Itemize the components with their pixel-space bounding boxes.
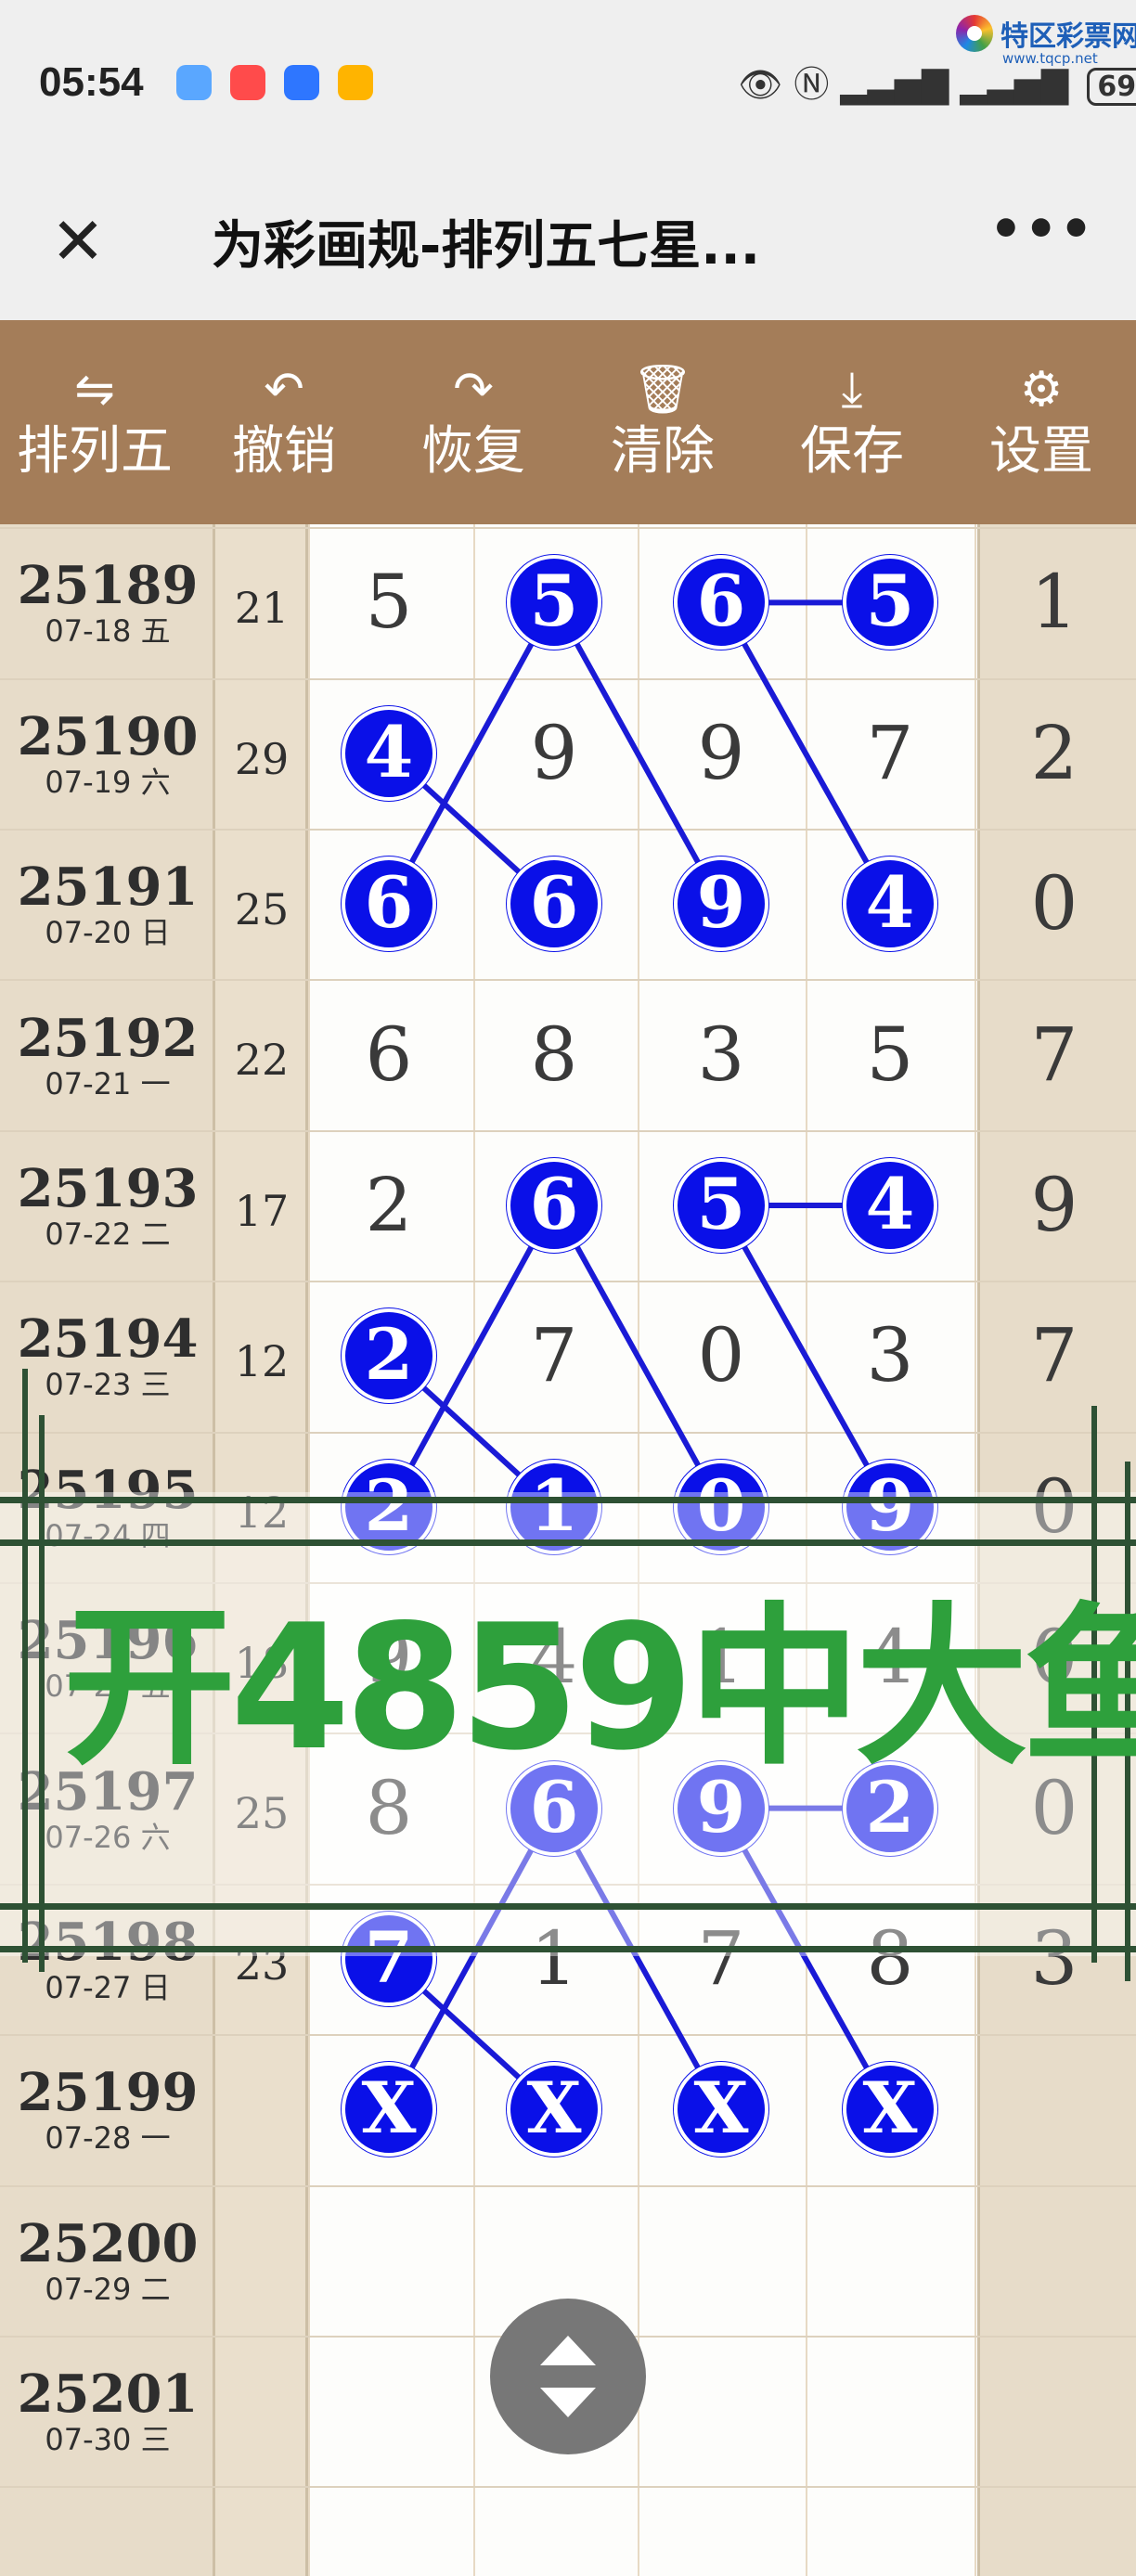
- digit-cell[interactable]: [844, 2214, 936, 2307]
- toolbar: ⇋ 排列五 ↶ 撤销 ↷ 恢复 🗑 清除 ⤓ 保存 ⚙ 设置: [0, 320, 1136, 524]
- close-icon[interactable]: ✕: [41, 204, 115, 278]
- download-icon: ⤓: [841, 362, 863, 418]
- banner-frame-line: [0, 1946, 1136, 1952]
- highlighted-digit-ball[interactable]: 6: [342, 857, 436, 952]
- digit-cell[interactable]: 8: [508, 1009, 600, 1101]
- digit-cell[interactable]: 7: [844, 707, 936, 800]
- watermark: 特区彩票网 www.tqcp.net: [947, 9, 1136, 74]
- highlighted-digit-ball[interactable]: X: [342, 2062, 436, 2157]
- digit-cell[interactable]: [844, 2364, 936, 2457]
- toolbar-button-label: 撤销: [232, 421, 336, 482]
- highlighted-digit-ball[interactable]: X: [843, 2062, 937, 2157]
- watermark-logo-icon: [956, 15, 993, 52]
- lottery-grid[interactable]: 2518807-17 四1832518907-18 五2112519007-19…: [0, 524, 1136, 2576]
- highlighted-digit-ball[interactable]: 9: [674, 857, 768, 952]
- digit-cell[interactable]: 3: [675, 1009, 768, 1101]
- digit-cell[interactable]: 2: [342, 1159, 435, 1252]
- app-notification-icon: [176, 65, 212, 100]
- toolbar-button-5[interactable]: ⚙ 设置: [947, 320, 1136, 524]
- highlighted-digit-ball[interactable]: X: [674, 2062, 768, 2157]
- highlighted-digit-ball[interactable]: 2: [342, 1308, 436, 1404]
- highlighted-digit-ball[interactable]: 6: [507, 857, 601, 952]
- toolbar-button-2[interactable]: ↷ 恢复: [379, 320, 568, 524]
- watermark-name: 特区彩票网: [1000, 20, 1136, 53]
- digit-cell[interactable]: 5: [844, 1009, 936, 1101]
- highlighted-digit-ball[interactable]: 4: [843, 857, 937, 952]
- page-title: 为彩画规-排列五七星...: [212, 216, 761, 277]
- digit-cell[interactable]: 6: [342, 1009, 435, 1101]
- trash-icon: 🗑: [631, 362, 693, 418]
- app-notification-icon: [284, 65, 319, 100]
- digit-cell[interactable]: [675, 2364, 768, 2457]
- digit-cell[interactable]: [508, 2214, 600, 2307]
- up-down-arrows-icon: [540, 2336, 596, 2417]
- digit-cell[interactable]: 7: [508, 1309, 600, 1402]
- toolbar-button-label: 保存: [800, 421, 904, 482]
- swap-icon: ⇋: [74, 362, 115, 418]
- highlighted-digit-ball[interactable]: 5: [507, 555, 601, 650]
- weibo-notification-icon: [338, 65, 373, 100]
- banner-frame-line: [39, 1415, 45, 1972]
- status-bar: 05:54 👁 Ⓝ ▂▃▅▇ ▂▃▅▇ 69 特区彩票网 www.tqcp.ne…: [0, 0, 1136, 162]
- toolbar-button-4[interactable]: ⤓ 保存: [757, 320, 947, 524]
- undo-icon: ↶: [264, 362, 304, 418]
- digit-cell[interactable]: [342, 2364, 435, 2457]
- highlighted-digit-ball[interactable]: 4: [843, 1158, 937, 1253]
- digit-cell[interactable]: 3: [844, 1309, 936, 1402]
- banner-frame-line: [0, 1497, 1136, 1503]
- toolbar-button-label: 恢复: [421, 421, 525, 482]
- banner-frame-line: [0, 1903, 1136, 1910]
- more-icon[interactable]: •••: [989, 200, 1094, 260]
- highlighted-digit-ball[interactable]: 4: [342, 705, 436, 801]
- digit-cell[interactable]: 9: [508, 707, 600, 800]
- digit-cell[interactable]: 9: [675, 707, 768, 800]
- toolbar-button-label: 排列五: [17, 421, 173, 482]
- title-bar: ✕ 为彩画规-排列五七星... •••: [0, 162, 1136, 320]
- prediction-banner: 开4859中大鱼: [63, 1587, 1136, 1788]
- highlighted-digit-ball[interactable]: X: [507, 2062, 601, 2157]
- highlighted-digit-ball[interactable]: 5: [674, 1158, 768, 1253]
- battery-level: 69: [1097, 71, 1136, 103]
- banner-frame-line: [22, 1369, 28, 1963]
- toolbar-button-0[interactable]: ⇋ 排列五: [0, 320, 189, 524]
- toolbar-button-1[interactable]: ↶ 撤销: [189, 320, 379, 524]
- highlighted-digit-ball[interactable]: 6: [507, 1158, 601, 1253]
- digit-cell[interactable]: 5: [342, 556, 435, 649]
- highlighted-digit-ball[interactable]: 6: [674, 555, 768, 650]
- banner-frame-line: [0, 1539, 1136, 1546]
- watermark-url: www.tqcp.net: [1002, 50, 1098, 67]
- toolbar-button-3[interactable]: 🗑 清除: [568, 320, 757, 524]
- scroll-control-button[interactable]: [490, 2299, 646, 2454]
- toolbar-button-label: 清除: [611, 421, 715, 482]
- digit-cell[interactable]: 0: [675, 1309, 768, 1402]
- highlighted-digit-ball[interactable]: 5: [843, 555, 937, 650]
- redo-icon: ↷: [453, 362, 494, 418]
- digit-cell[interactable]: [342, 2214, 435, 2307]
- digit-cell[interactable]: [675, 2214, 768, 2307]
- mail-notification-icon: [230, 65, 265, 100]
- toolbar-button-label: 设置: [989, 421, 1093, 482]
- gear-icon: ⚙: [1019, 362, 1064, 418]
- clock: 05:54: [39, 59, 144, 105]
